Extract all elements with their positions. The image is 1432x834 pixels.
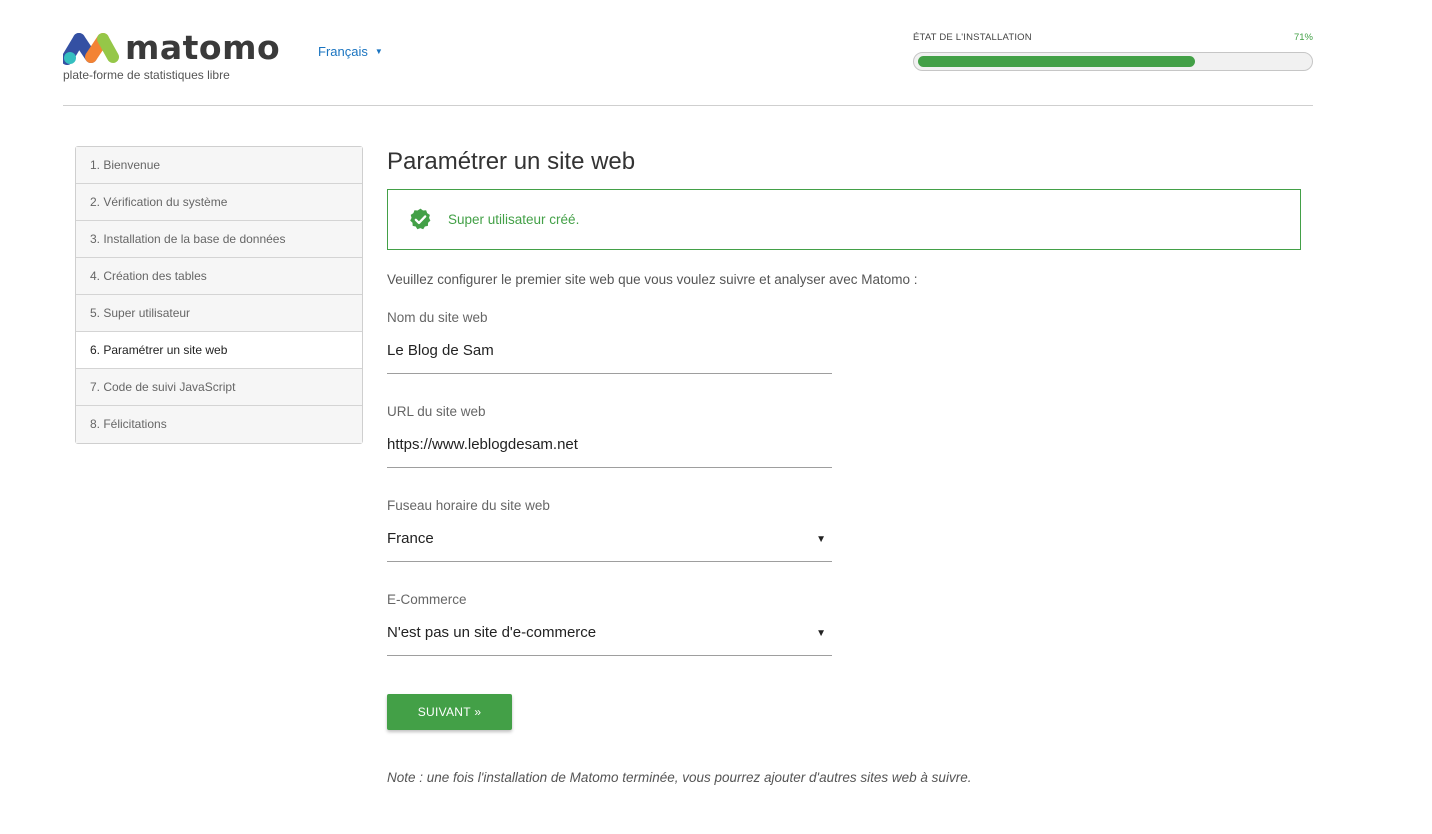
install-progress: ÉTAT DE L'INSTALLATION 71% xyxy=(913,32,1313,71)
language-selected: Français xyxy=(318,44,368,59)
ecommerce-label: E-Commerce xyxy=(387,592,467,607)
site-url-field: URL du site web https://www.leblogdesam.… xyxy=(387,404,832,468)
step-item: 1. Bienvenue xyxy=(76,147,362,184)
site-url-label: URL du site web xyxy=(387,404,486,419)
language-selector[interactable]: Français ▼ xyxy=(318,44,383,59)
site-name-value: Le Blog de Sam xyxy=(387,342,494,359)
logo-wordmark: matomo xyxy=(125,28,281,67)
site-url-input[interactable]: https://www.leblogdesam.net xyxy=(387,436,832,468)
progress-fill xyxy=(918,56,1195,67)
site-name-field: Nom du site web Le Blog de Sam xyxy=(387,310,832,374)
matomo-logo-icon xyxy=(63,33,119,65)
site-name-label: Nom du site web xyxy=(387,310,488,325)
intro-text: Veuillez configurer le premier site web … xyxy=(387,272,918,287)
brand-tagline: plate-forme de statistiques libre xyxy=(63,68,230,82)
success-notification: Super utilisateur créé. xyxy=(387,189,1301,250)
site-name-input[interactable]: Le Blog de Sam xyxy=(387,342,832,374)
timezone-select[interactable]: France ▼ xyxy=(387,530,832,562)
footer-note: Note : une fois l'installation de Matomo… xyxy=(387,770,972,785)
check-badge-icon xyxy=(410,208,431,230)
caret-down-icon: ▼ xyxy=(374,47,383,56)
main-content: Paramétrer un site web Super utilisateur… xyxy=(387,146,1301,785)
ecommerce-value: N'est pas un site d'e-commerce xyxy=(387,624,597,641)
timezone-field: Fuseau horaire du site web France ▼ xyxy=(387,498,832,562)
step-item: 3. Installation de la base de données xyxy=(76,221,362,258)
next-button[interactable]: SUIVANT » xyxy=(387,694,512,730)
dropdown-arrow-icon: ▼ xyxy=(816,534,826,545)
progress-track xyxy=(913,52,1313,71)
install-progress-label: ÉTAT DE L'INSTALLATION xyxy=(913,32,1032,43)
step-item: 7. Code de suivi JavaScript xyxy=(76,369,362,406)
ecommerce-field: E-Commerce N'est pas un site d'e-commerc… xyxy=(387,592,832,656)
matomo-logo[interactable]: matomo xyxy=(63,31,280,65)
step-item: 6. Paramétrer un site web xyxy=(76,332,362,369)
step-item: 4. Création des tables xyxy=(76,258,362,295)
header: matomo plate-forme de statistiques libre… xyxy=(63,28,1313,106)
install-progress-percent: 71% xyxy=(1293,32,1313,43)
notification-message: Super utilisateur créé. xyxy=(448,212,580,227)
site-url-value: https://www.leblogdesam.net xyxy=(387,436,578,453)
page-title: Paramétrer un site web xyxy=(387,148,636,175)
timezone-value: France xyxy=(387,530,434,547)
step-item: 8. Félicitations xyxy=(76,406,362,443)
installation-steps: 1. Bienvenue 2. Vérification du système 3.… xyxy=(75,146,363,444)
step-item: 2. Vérification du système xyxy=(76,184,362,221)
timezone-label: Fuseau horaire du site web xyxy=(387,498,550,513)
dropdown-arrow-icon: ▼ xyxy=(816,628,826,639)
step-item: 5. Super utilisateur xyxy=(76,295,362,332)
ecommerce-select[interactable]: N'est pas un site d'e-commerce ▼ xyxy=(387,624,832,656)
